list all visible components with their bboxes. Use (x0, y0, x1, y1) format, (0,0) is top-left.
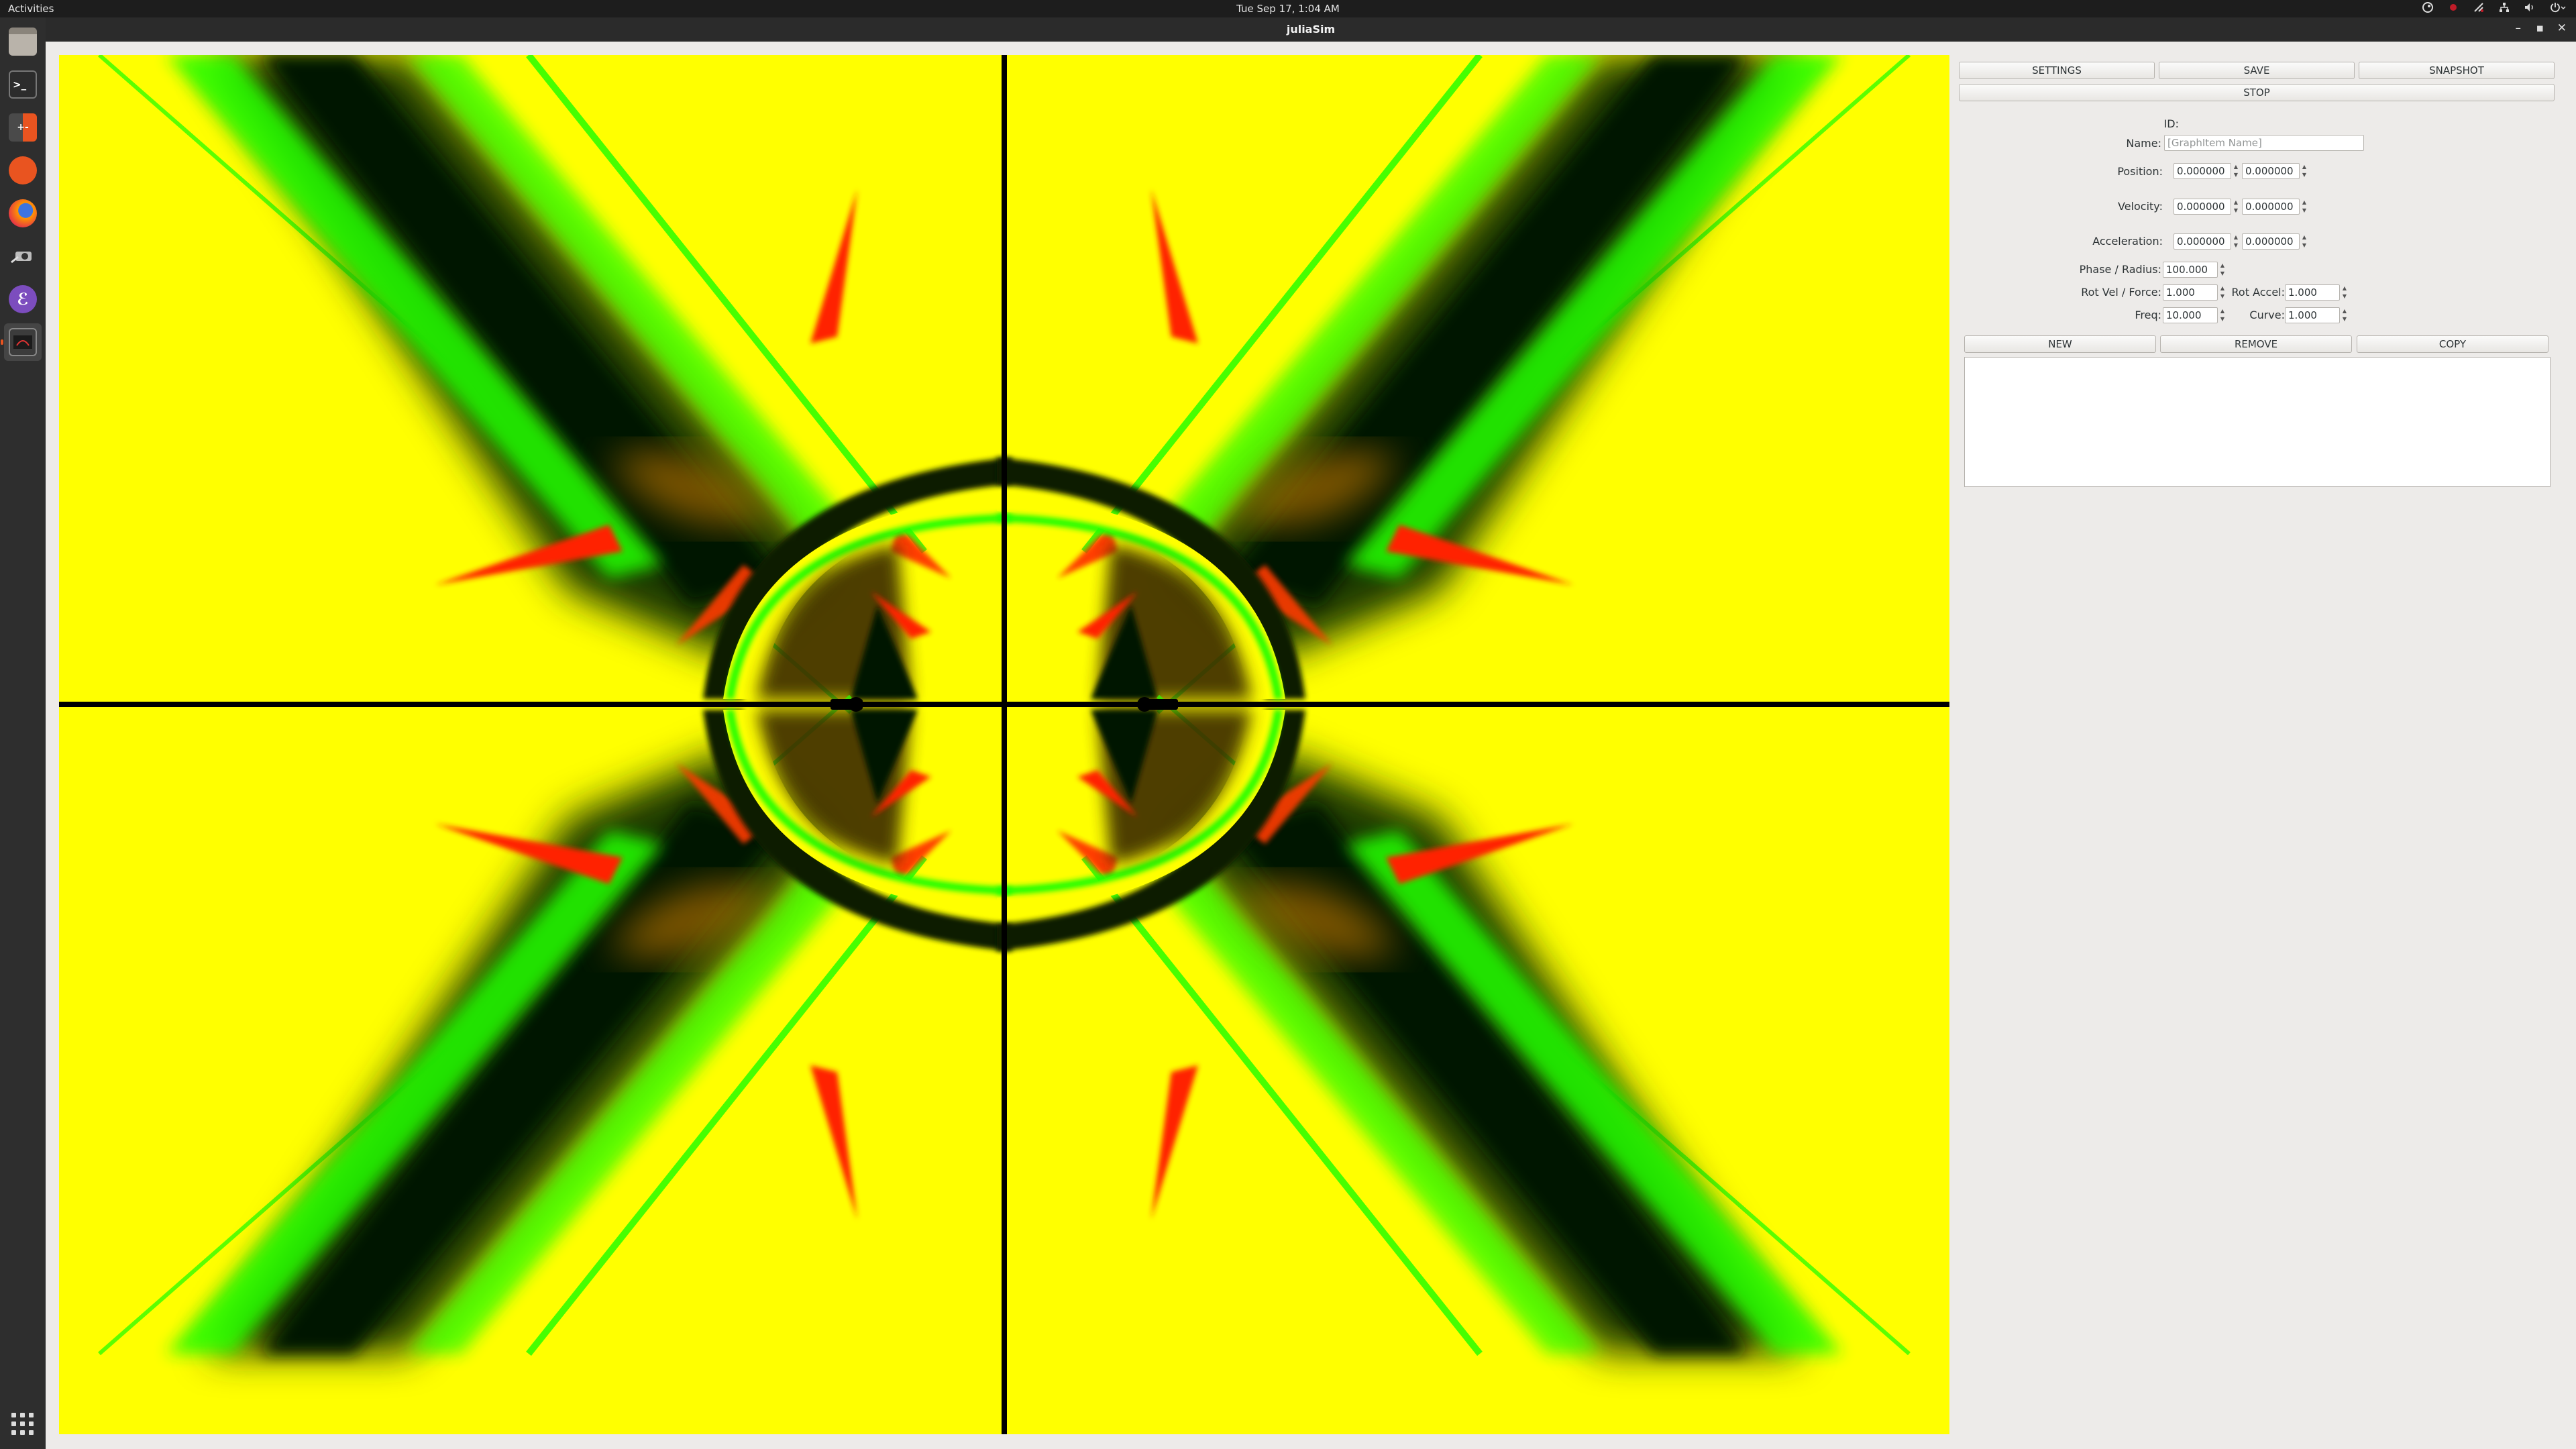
settings-button[interactable]: SETTINGS (1959, 62, 2155, 79)
velocity-x-input[interactable]: 0.000000 (2174, 199, 2231, 215)
ubuntu-software-icon[interactable] (4, 152, 42, 189)
maximize-button[interactable]: ▪ (2536, 21, 2544, 35)
acceleration-x-input[interactable]: 0.000000 (2174, 233, 2231, 250)
rot-accel-label: Rot Accel: (2231, 286, 2285, 299)
name-input[interactable]: [GraphItem Name] (2164, 135, 2364, 151)
dock: >_ +- ℰ (0, 17, 46, 1449)
phase-radius-spinner[interactable]: ▲ ▼ (2218, 262, 2227, 278)
freq-spinner[interactable]: ▲ ▼ (2218, 307, 2227, 323)
save-button[interactable]: SAVE (2159, 62, 2355, 79)
simulation-canvas[interactable] (59, 55, 1949, 1434)
top-bar: Activities Tue Sep 17, 1:04 AM (0, 0, 2576, 17)
curve-input[interactable]: 1.000 (2285, 307, 2340, 323)
activities-button[interactable]: Activities (8, 3, 54, 15)
control-panel (1962, 42, 2576, 1449)
vertical-axis (1002, 55, 1007, 1434)
id-label: ID: (2163, 117, 2179, 130)
graph-item-marker-right[interactable] (1137, 697, 1178, 712)
files-icon[interactable] (4, 23, 42, 60)
graph-item-marker-left[interactable] (830, 697, 863, 712)
velocity-label: Velocity: (2118, 200, 2163, 213)
acceleration-y-spinner[interactable]: ▲ ▼ (2300, 233, 2309, 250)
system-tray (2422, 1, 2567, 16)
minimize-button[interactable]: – (2516, 21, 2522, 35)
canvas-area (46, 42, 1962, 1449)
rot-vel-force-spinner[interactable]: ▲ ▼ (2218, 284, 2227, 301)
position-y-spinner[interactable]: ▲ ▼ (2300, 163, 2309, 179)
freq-label: Freq: (2135, 309, 2161, 321)
velocity-y-spinner[interactable]: ▲ ▼ (2300, 199, 2309, 215)
graph-item-list[interactable] (1964, 357, 2551, 487)
rot-accel-spinner[interactable]: ▲ ▼ (2340, 284, 2349, 301)
juliasim-app-icon[interactable] (1, 323, 42, 361)
rot-vel-force-label: Rot Vel / Force: (2081, 286, 2161, 299)
clock[interactable]: Tue Sep 17, 1:04 AM (1236, 3, 1340, 15)
rot-vel-force-input[interactable]: 1.000 (2163, 284, 2218, 301)
volume-icon[interactable] (2524, 1, 2536, 16)
steam-icon[interactable] (2422, 1, 2434, 16)
phase-radius-label: Phase / Radius: (2079, 263, 2161, 276)
velocity-x-spinner[interactable]: ▲ ▼ (2231, 199, 2241, 215)
acceleration-y-input[interactable]: 0.000000 (2242, 233, 2300, 250)
position-y-input[interactable]: 0.000000 (2242, 163, 2300, 179)
window-titlebar[interactable]: juliaSim – ▪ ✕ (46, 17, 2576, 42)
stop-button[interactable]: STOP (1959, 84, 2555, 101)
velocity-y-input[interactable]: 0.000000 (2242, 199, 2300, 215)
position-x-spinner[interactable]: ▲ ▼ (2231, 163, 2241, 179)
show-applications-icon[interactable] (11, 1413, 34, 1436)
emacs-icon[interactable]: ℰ (4, 280, 42, 318)
curve-label: Curve: (2249, 309, 2285, 321)
rot-accel-input[interactable]: 1.000 (2285, 284, 2340, 301)
power-icon[interactable] (2549, 1, 2567, 16)
window-title: juliaSim (1286, 23, 1336, 36)
network-icon[interactable] (2498, 1, 2510, 16)
close-button[interactable]: ✕ (2557, 21, 2567, 35)
name-label: Name: (2126, 137, 2161, 150)
position-x-input[interactable]: 0.000000 (2174, 163, 2231, 179)
copy-item-button[interactable]: COPY (2357, 335, 2548, 353)
freq-input[interactable]: 10.000 (2163, 307, 2218, 323)
position-label: Position: (2117, 165, 2163, 178)
snapshot-button[interactable]: SNAPSHOT (2359, 62, 2555, 79)
screenshot-tool-icon[interactable] (4, 237, 42, 275)
calculator-icon[interactable]: +- (4, 109, 42, 146)
firefox-icon[interactable] (4, 195, 42, 232)
acceleration-label: Acceleration: (2092, 235, 2163, 248)
curve-spinner[interactable]: ▲ ▼ (2340, 307, 2349, 323)
acceleration-x-spinner[interactable]: ▲ ▼ (2231, 233, 2241, 250)
new-item-button[interactable]: NEW (1964, 335, 2156, 353)
julia-fractal-render (59, 55, 1949, 1434)
terminal-icon[interactable]: >_ (4, 66, 42, 103)
record-icon[interactable] (2447, 1, 2459, 16)
phase-radius-input[interactable]: 100.000 (2163, 262, 2218, 278)
antenna-icon[interactable] (2473, 1, 2485, 16)
remove-item-button[interactable]: REMOVE (2160, 335, 2352, 353)
